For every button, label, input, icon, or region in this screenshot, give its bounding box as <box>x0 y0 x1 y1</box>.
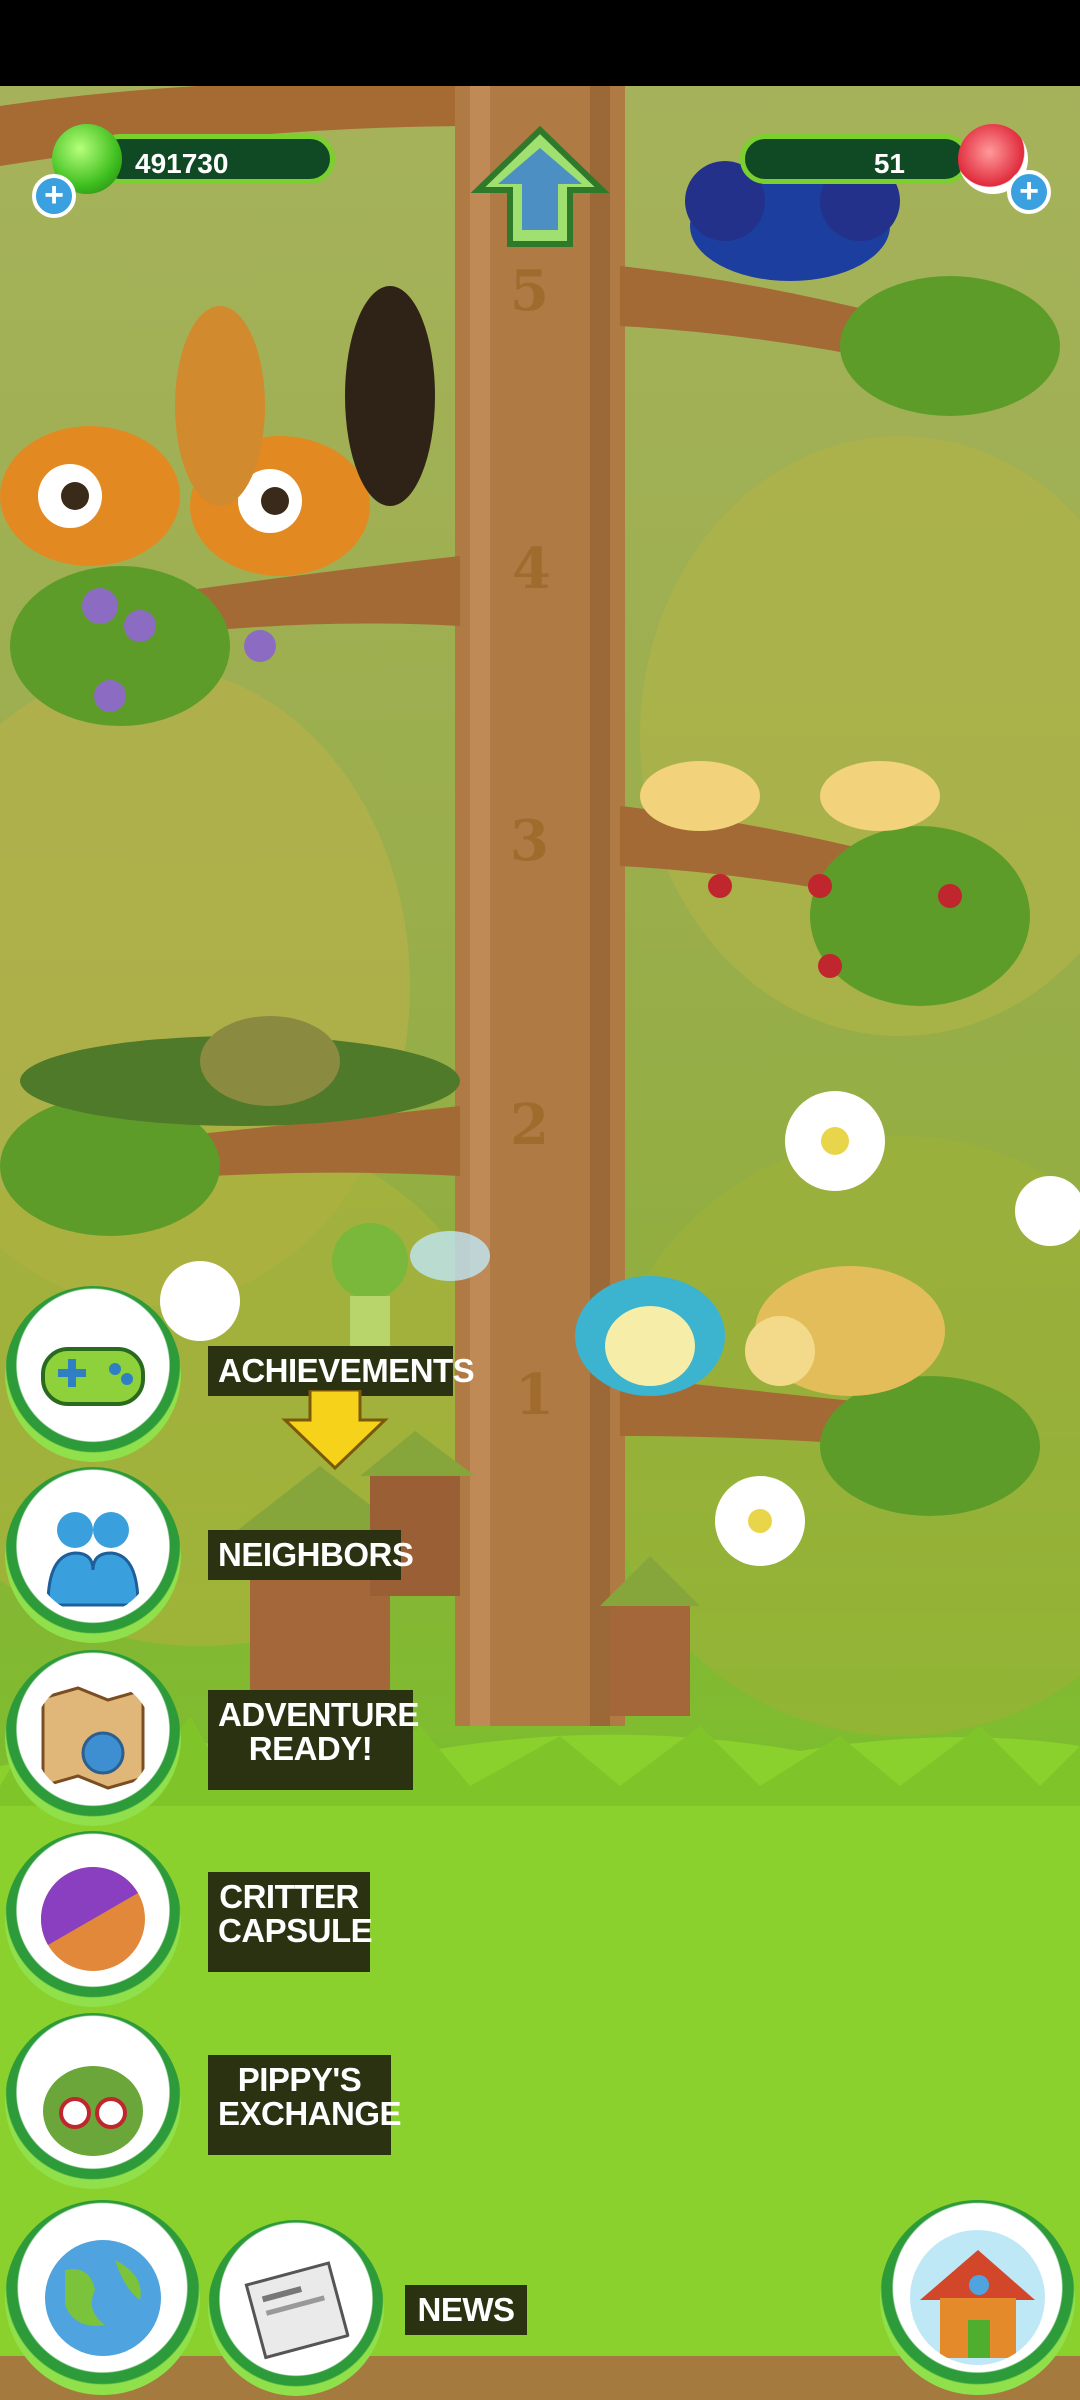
adventure-text-line2: READY! <box>248 1730 373 1767</box>
frog-critter[interactable] <box>575 1276 725 1396</box>
pippys-exchange-button[interactable] <box>5 2013 181 2189</box>
status-bar <box>0 0 1080 86</box>
pippy-icon <box>43 2066 143 2156</box>
neighbors-text: NEIGHBORS <box>218 1536 414 1573</box>
critter-capsule-button[interactable] <box>5 1831 181 2007</box>
raccoon-critters[interactable] <box>0 286 435 576</box>
news-label[interactable]: NEWS <box>405 2285 527 2335</box>
adventure-button[interactable] <box>5 1650 181 1826</box>
newspaper-icon <box>244 2261 350 2360</box>
capsule-text-line2: CAPSULE <box>218 1912 373 1949</box>
down-arrow-icon <box>281 1390 389 1470</box>
home-button[interactable] <box>880 2200 1075 2395</box>
tree-level-1: 1 <box>515 1362 554 1428</box>
news-button[interactable] <box>208 2220 384 2396</box>
pippys-exchange-label[interactable]: PIPPY'S EXCHANGE <box>208 2055 402 2155</box>
add-green-currency-button[interactable]: + <box>32 174 76 218</box>
exchange-text-line2: EXCHANGE <box>218 2095 402 2132</box>
neighbors-icon <box>46 1512 140 1607</box>
news-text: NEWS <box>417 2291 516 2328</box>
gamepad-icon <box>41 1347 145 1406</box>
achievements-text: ACHIEVEMENTS <box>218 1352 475 1389</box>
tree-level-5: 5 <box>510 258 549 324</box>
world-map-button[interactable] <box>5 2200 200 2395</box>
map-icon <box>41 1686 145 1790</box>
neighbors-label[interactable]: NEIGHBORS <box>208 1530 414 1580</box>
exchange-text-line1: PIPPY'S <box>237 2061 362 2098</box>
achievements-label[interactable]: ACHIEVEMENTS <box>208 1346 475 1396</box>
house-icon <box>920 2250 1035 2358</box>
capsule-text-line1: CRITTER <box>219 1878 359 1915</box>
neighbors-button[interactable] <box>5 1467 181 1643</box>
critter-capsule-label[interactable]: CRITTER CAPSULE <box>208 1872 373 1972</box>
tree-level-2: 2 <box>510 1092 549 1158</box>
achievements-button[interactable] <box>5 1286 181 1462</box>
green-currency-bar: 491730 <box>95 134 335 184</box>
green-currency-amount: 491730 <box>135 148 229 179</box>
globe-icon <box>45 2240 161 2356</box>
red-currency-amount: 51 <box>873 148 905 179</box>
tree-level-4: 4 <box>512 536 551 602</box>
up-arrow-icon[interactable] <box>470 122 610 252</box>
adventure-text-line1: ADVENTURE <box>218 1696 419 1733</box>
red-currency-bar: 51 <box>740 134 970 184</box>
capsule-icon <box>41 1867 145 1971</box>
tree-level-3: 3 <box>510 808 549 874</box>
adventure-label[interactable]: ADVENTURE READY! <box>208 1690 419 1790</box>
add-red-currency-button[interactable]: + <box>1007 170 1051 214</box>
